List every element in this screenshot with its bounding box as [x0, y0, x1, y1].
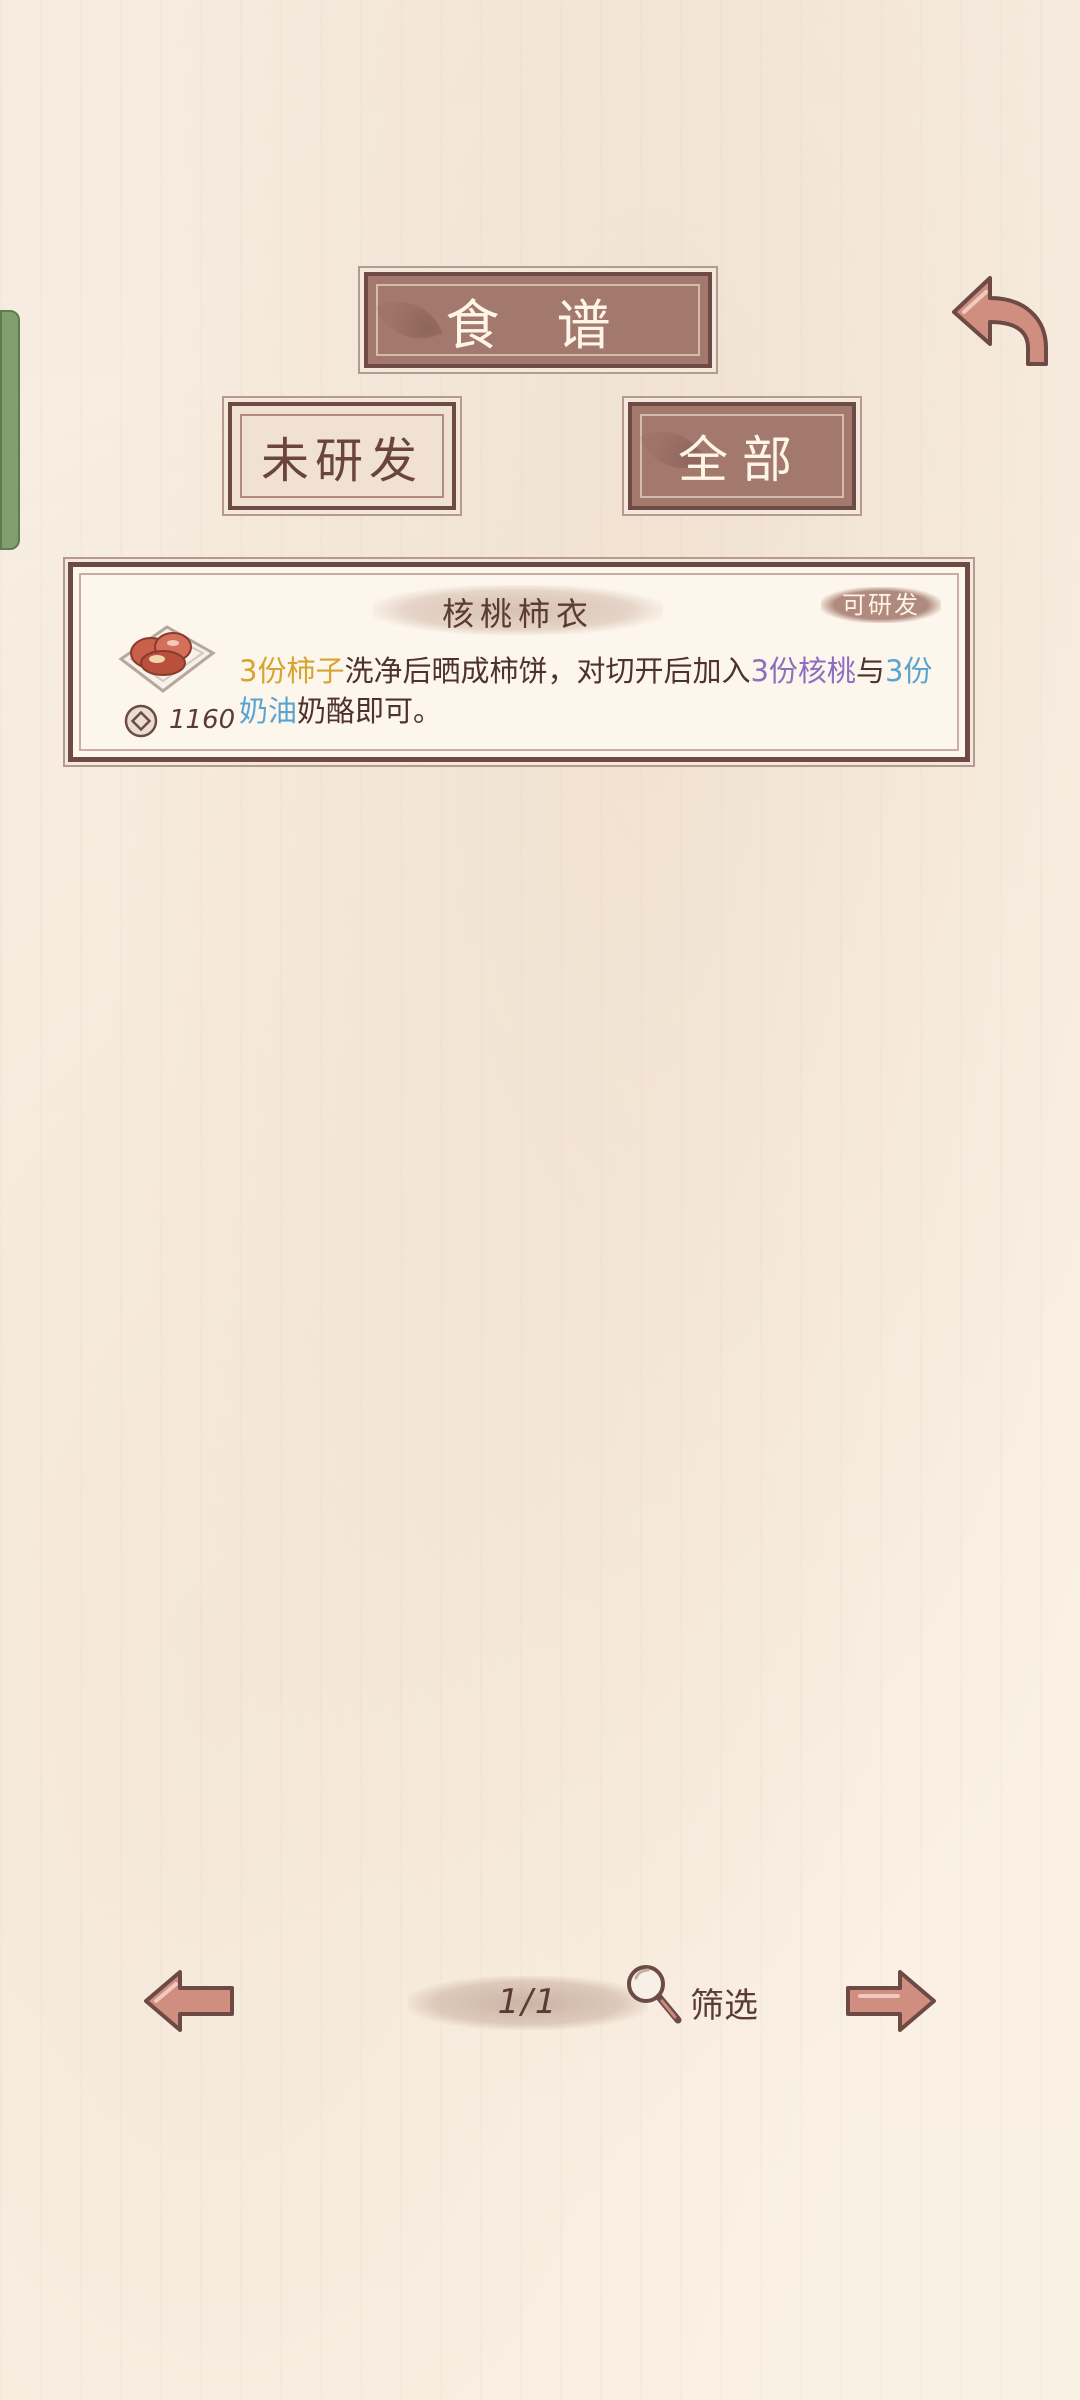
filter-button[interactable]: 筛选	[690, 1978, 758, 2027]
recipe-card[interactable]: 核桃柿衣 可研发 1160 3份柿子洗净后晒成柿饼，对切开后加入3份核桃与3份奶…	[68, 562, 970, 762]
recipe-description: 3份柿子洗净后晒成柿饼，对切开后加入3份核桃与3份奶油奶酪即可。	[239, 651, 939, 731]
description-text: 奶酪即可。	[297, 694, 443, 728]
tab-all[interactable]: 全部	[628, 402, 856, 510]
ingredient-walnut: 3份核桃	[750, 654, 856, 688]
next-page-arrow-icon[interactable]	[840, 1966, 940, 2036]
persimmon-dish-icon	[118, 625, 216, 693]
coin-icon	[124, 704, 158, 738]
tab-all-label: 全部	[678, 431, 806, 489]
tab-undeveloped-label: 未研发	[260, 433, 423, 489]
magnifier-icon[interactable]	[622, 1960, 684, 2026]
tab-undeveloped[interactable]: 未研发	[228, 402, 456, 510]
description-text: 洗净后晒成柿饼，对切开后加入	[344, 654, 751, 688]
page-title: 食 谱	[445, 293, 631, 357]
back-arrow-icon[interactable]	[946, 268, 1056, 372]
prev-page-arrow-icon[interactable]	[140, 1966, 240, 2036]
ingredient-persimmon: 3份柿子	[239, 654, 345, 688]
page-indicator: 1/1	[497, 1982, 559, 2022]
side-drawer-handle[interactable]	[0, 310, 20, 550]
recipe-name: 核桃柿衣	[441, 595, 594, 633]
recipe-price: 1160	[169, 705, 236, 735]
description-text: 与	[855, 654, 885, 688]
recipe-title-plaque: 食 谱	[364, 272, 712, 368]
status-badge: 可研发	[821, 587, 941, 623]
